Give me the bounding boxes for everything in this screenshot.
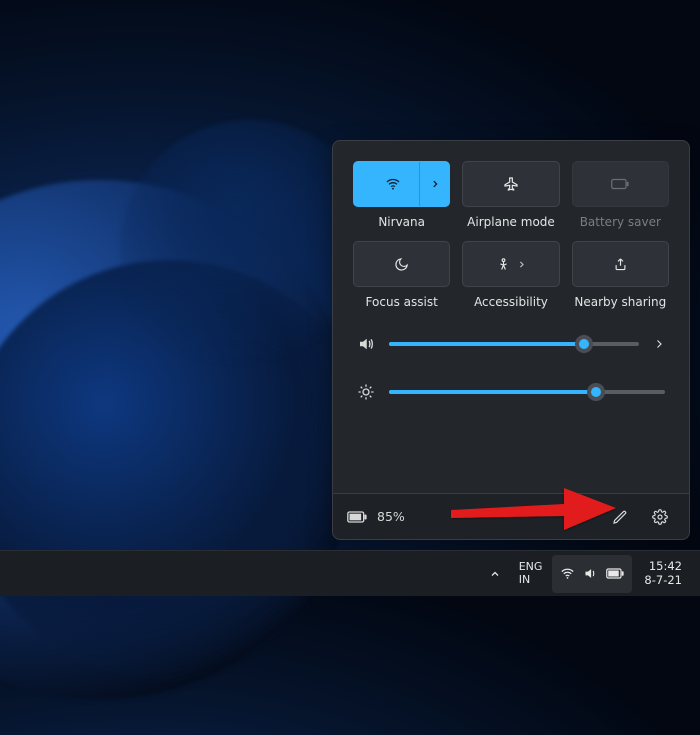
qs-toggle-battery-saver [572, 161, 669, 207]
volume-flyout-button[interactable] [653, 338, 665, 350]
volume-row [357, 335, 665, 353]
quick-settings-sliders [333, 317, 689, 411]
qs-label-nearby-share: Nearby sharing [574, 295, 666, 309]
qs-label-accessibility: Accessibility [474, 295, 548, 309]
brightness-icon [357, 383, 375, 401]
qs-toggle-focus-assist[interactable] [353, 241, 450, 287]
clock[interactable]: 15:42 8-7-21 [636, 555, 690, 593]
share-icon [613, 257, 628, 272]
qs-label-airplane: Airplane mode [467, 215, 555, 229]
settings-button[interactable] [645, 502, 675, 532]
chevron-right-icon [517, 260, 526, 269]
clock-time: 15:42 [649, 560, 682, 573]
moon-icon [394, 257, 409, 272]
qs-tile-nearby-share: Nearby sharing [572, 241, 669, 309]
qs-tile-focus-assist: Focus assist [353, 241, 450, 309]
quick-settings-tiles: Nirvana Airplane mode Battery saver Focus a… [333, 141, 689, 317]
qs-tile-airplane: Airplane mode [462, 161, 559, 229]
brightness-slider[interactable] [389, 390, 665, 394]
battery-icon [606, 568, 624, 579]
taskbar: ENG IN 15:42 8-7-21 [0, 550, 700, 596]
qs-label-wifi: Nirvana [378, 215, 425, 229]
person-icon [496, 257, 511, 272]
lang-primary: ENG [519, 561, 543, 573]
language-switcher[interactable]: ENG IN [513, 555, 549, 593]
qs-tile-wifi: Nirvana [353, 161, 450, 229]
battery-icon [611, 178, 629, 190]
battery-icon [347, 511, 367, 523]
tray-overflow-button[interactable] [481, 555, 509, 593]
qs-tile-battery-saver: Battery saver [572, 161, 669, 229]
qs-label-battery-saver: Battery saver [580, 215, 661, 229]
qs-toggle-nearby-share[interactable] [572, 241, 669, 287]
qs-toggle-accessibility[interactable] [462, 241, 559, 287]
lang-secondary: IN [519, 574, 530, 586]
airplane-icon [503, 176, 519, 192]
qs-label-focus-assist: Focus assist [366, 295, 438, 309]
qs-toggle-airplane[interactable] [462, 161, 559, 207]
volume-slider[interactable] [389, 342, 639, 346]
edit-button[interactable] [605, 502, 635, 532]
clock-date: 8-7-21 [644, 574, 682, 587]
qs-toggle-wifi[interactable] [353, 161, 450, 207]
wifi-icon [385, 176, 401, 192]
quick-settings-footer: 85% [333, 493, 689, 539]
qs-expand-wifi[interactable] [419, 162, 449, 206]
volume-icon [583, 566, 598, 581]
system-tray[interactable] [552, 555, 632, 593]
wifi-icon [560, 566, 575, 581]
volume-icon [357, 335, 375, 353]
brightness-row [357, 383, 665, 401]
quick-settings-panel: Nirvana Airplane mode Battery saver Focus a… [332, 140, 690, 540]
qs-tile-accessibility: Accessibility [462, 241, 559, 309]
battery-percent: 85% [377, 509, 405, 524]
